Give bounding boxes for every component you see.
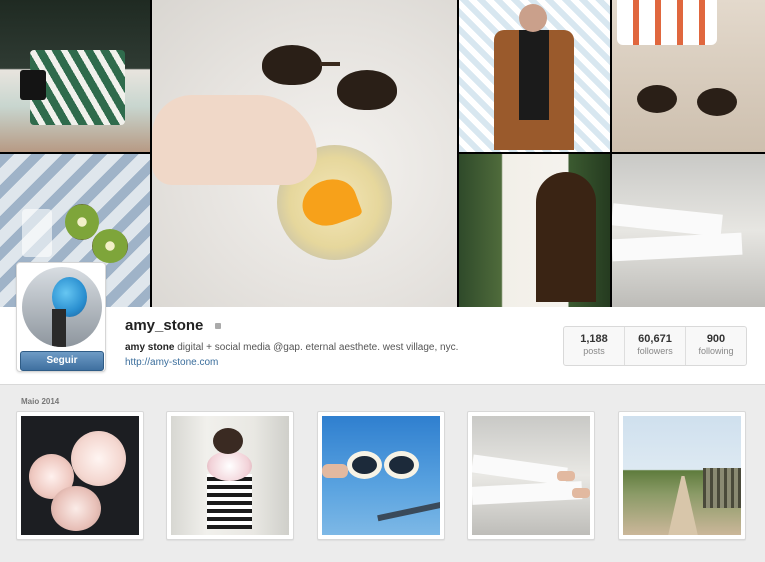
cover-photo-jacket[interactable] <box>459 0 610 152</box>
stats-box: 1,188 posts 60,671 followers 900 followi… <box>563 326 747 366</box>
stat-label: posts <box>583 346 605 356</box>
bio-name: amy stone <box>125 342 175 353</box>
profile-page: Seguir amy_stone amy stone digital + soc… <box>0 0 765 562</box>
stat-following[interactable]: 900 following <box>686 327 746 365</box>
photo-thumbnail-peonies[interactable] <box>16 411 144 540</box>
username: amy_stone <box>125 317 204 334</box>
stat-followers[interactable]: 60,671 followers <box>625 327 686 365</box>
photo-thumbnail-sneakers[interactable] <box>467 411 595 540</box>
avatar-card: Seguir <box>16 262 106 372</box>
cover-photo-door[interactable] <box>459 154 610 307</box>
cover-mosaic <box>0 0 765 307</box>
photo-thumbnail-flowers-person[interactable] <box>166 411 294 540</box>
cover-photo-sunglasses-drink[interactable] <box>152 0 457 307</box>
stat-posts[interactable]: 1,188 posts <box>564 327 625 365</box>
follow-button[interactable]: Seguir <box>20 351 104 371</box>
photo-thumbnail-path[interactable] <box>618 411 746 540</box>
stat-value: 1,188 <box>580 333 608 345</box>
stat-value: 900 <box>706 333 726 345</box>
cover-photo-outfit[interactable] <box>0 0 150 152</box>
bio-text: digital + social media @gap. eternal aes… <box>174 342 459 353</box>
stat-value: 60,671 <box>638 333 672 345</box>
cover-photo-sneakers[interactable] <box>612 154 765 307</box>
website-link[interactable]: http://amy-stone.com <box>125 357 218 368</box>
avatar[interactable] <box>22 267 102 347</box>
cover-photo-bag-glasses[interactable] <box>612 0 765 152</box>
photo-thumbnail-white-sunglasses[interactable] <box>317 411 445 540</box>
section-date: Maio 2014 <box>21 397 60 406</box>
bio: amy stone digital + social media @gap. e… <box>125 342 458 353</box>
stat-label: following <box>698 346 734 356</box>
stat-label: followers <box>637 346 673 356</box>
verified-icon <box>215 323 221 329</box>
